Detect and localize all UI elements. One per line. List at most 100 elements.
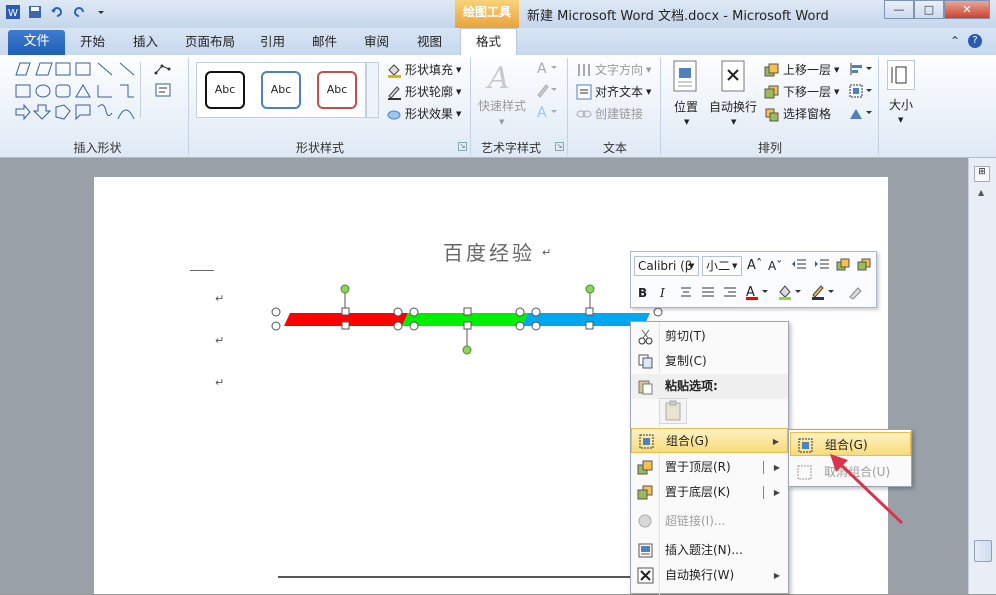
wrap-text-button[interactable]: 自动换行 [709,98,757,115]
quick-access-toolbar: W [4,3,110,21]
paste-icon [637,378,654,395]
size-icon[interactable] [887,60,915,90]
group-objects-icon[interactable] [848,83,874,102]
tab-references[interactable]: 引用 [260,32,285,52]
scroll-up-icon[interactable]: ▲ [978,188,984,197]
chevron-right-icon: ▶ [773,488,780,497]
edit-shape-icon[interactable] [154,62,172,78]
shapes-gallery-scroll[interactable] [140,62,150,118]
shape-outline-icon[interactable] [811,283,837,304]
scroll-thumb[interactable] [974,540,992,562]
size-button[interactable]: 大小 [889,96,913,113]
align-justify-icon[interactable] [701,286,715,301]
position-button[interactable]: 位置 [674,98,698,115]
create-link-button[interactable]: 创建链接 [576,105,643,122]
position-icon[interactable] [673,60,699,94]
text-direction-button[interactable]: 文字方向 ▼ [576,61,651,78]
help-icon[interactable]: ? [968,34,983,48]
italic-icon[interactable]: I [660,286,665,300]
group-icon [797,437,814,454]
quick-styles-icon[interactable]: A [482,60,522,96]
tab-review[interactable]: 审阅 [364,32,389,52]
shrink-font-icon[interactable]: Aˇ [768,259,782,273]
customize-qat-icon[interactable] [92,3,110,21]
menu-item-send-to-back[interactable]: 置于底层(K) ▶ [631,480,788,505]
text-box-icon[interactable] [154,82,172,98]
align-objects-icon[interactable] [848,61,874,80]
document-heading[interactable]: 百度经验 [443,237,535,266]
align-center-icon[interactable] [679,286,693,301]
align-right-icon[interactable] [723,286,737,301]
redo-icon[interactable] [70,3,88,21]
shape-style-blue[interactable]: Abc [261,71,301,109]
text-fill-icon[interactable]: A [536,60,558,76]
tab-mailings[interactable]: 邮件 [312,32,337,52]
word-logo-icon[interactable]: W [4,3,22,21]
tab-page-layout[interactable]: 页面布局 [185,32,235,52]
bold-icon[interactable]: B [638,286,647,300]
minimize-ribbon-icon[interactable]: ⌃ [950,34,960,48]
vertical-scrollbar[interactable]: ⊞ ▲ [968,158,996,594]
maximize-button[interactable]: □ [914,0,944,19]
selection-pane-button[interactable]: 选择窗格 [764,105,831,122]
grow-font-icon[interactable]: Aˆ [747,258,762,273]
bring-forward-button[interactable]: 上移一层 ▼ [764,61,839,78]
menu-item-group[interactable]: 组合(G) ▶ [631,428,788,453]
menu-item-cut[interactable]: 剪切(T) [631,324,788,349]
svg-text:A: A [537,105,547,120]
chevron-down-icon: ▼ [456,87,462,96]
tab-file[interactable]: 文件 [8,30,65,55]
menu-item-wrap-text[interactable]: 自动换行(W) ▶ [631,563,788,588]
group-separator [188,58,189,155]
send-to-back-icon[interactable] [857,258,873,275]
tab-insert[interactable]: 插入 [133,32,158,52]
bring-to-front-icon[interactable] [836,258,852,275]
chevron-down-icon: ▼ [731,118,737,126]
ruler-toggle-icon[interactable]: ⊞ [974,166,990,182]
shape-effects-button[interactable]: 形状效果 ▼ [386,105,461,122]
paragraph-mark-icon: ↵ [215,376,225,389]
shape-effects-icon [386,106,402,122]
paste-keep-formatting-button[interactable] [659,398,687,424]
menu-item-insert-caption[interactable]: 插入题注(N)... [631,538,788,563]
text-outline-icon[interactable] [536,82,558,98]
chevron-down-icon: ▼ [898,116,904,124]
shapes-gallery[interactable] [12,61,148,121]
help-area: ⌃ ? [950,34,983,48]
shape-styles-gallery[interactable]: Abc Abc Abc [196,62,366,118]
font-color-icon[interactable]: A [745,283,771,304]
shape-style-red[interactable]: Abc [317,71,357,109]
tab-format[interactable]: 格式 [460,28,517,56]
format-painter-icon[interactable] [847,284,865,303]
shape-styles-launcher-icon[interactable]: ↘ [458,142,467,151]
shape-outline-button[interactable]: 形状轮廓 ▼ [386,83,461,100]
highlight-icon[interactable] [778,283,804,304]
link-icon [576,106,592,122]
menu-item-copy[interactable]: 复制(C) [631,349,788,374]
selected-shapes[interactable] [266,282,676,362]
decrease-indent-icon[interactable] [791,258,807,275]
send-backward-button[interactable]: 下移一层 ▼ [764,83,839,100]
shape-fill-button[interactable]: 形状填充 ▼ [386,61,461,78]
chevron-right-icon: ▶ [773,571,780,580]
tab-home[interactable]: 开始 [80,32,105,52]
save-icon[interactable] [26,3,44,21]
shape-style-black[interactable]: Abc [205,71,245,109]
copy-icon [637,353,654,370]
minimize-button[interactable]: — [884,0,914,19]
wrap-text-icon[interactable] [721,60,747,94]
menu-item-hyperlink[interactable]: 超链接(I)... [631,509,788,534]
increase-indent-icon[interactable] [814,258,830,275]
align-text-button[interactable]: 对齐文本 ▼ [576,83,651,100]
menu-item-bring-to-front[interactable]: 置于顶层(R) ▶ [631,455,788,480]
rotate-icon[interactable] [848,105,874,124]
shape-styles-gallery-scroll[interactable] [366,62,379,118]
svg-text:W: W [8,8,18,19]
chevron-down-icon: ▼ [834,87,840,96]
undo-icon[interactable] [48,3,66,21]
tab-view[interactable]: 视图 [417,32,442,52]
text-effects-icon[interactable]: A [536,104,558,120]
quick-styles-button[interactable]: 快速样式 [478,97,526,114]
wordart-launcher-icon[interactable]: ↘ [555,142,564,151]
close-button[interactable]: ✕ [944,0,990,19]
